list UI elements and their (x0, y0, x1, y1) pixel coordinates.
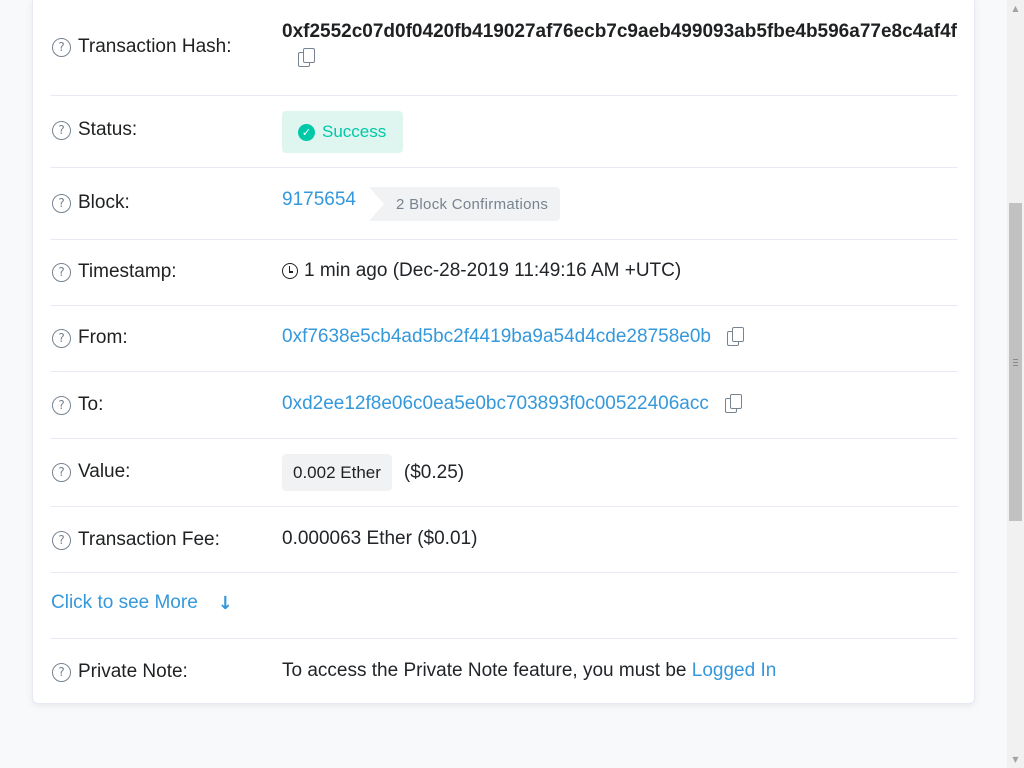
to-label-wrap: ? To: (51, 393, 103, 417)
private-note-label: Private Note: (78, 661, 188, 682)
row-value: ? Value: 0.002 Ether ($0.25) (51, 439, 958, 507)
row-timestamp: ? Timestamp: 1 min ago (Dec-28-2019 11:4… (51, 240, 958, 306)
vertical-scrollbar[interactable]: ▲ ▼ (1007, 0, 1024, 768)
fee-value: 0.000063 Ether ($0.01) (282, 528, 478, 549)
transaction-hash-label: Transaction Hash: (78, 36, 232, 57)
transaction-details-card: ? Transaction Hash: 0xf2552c07d0f0420fb4… (32, 0, 975, 704)
clock-icon (282, 263, 298, 279)
copy-icon[interactable] (298, 48, 316, 68)
private-note-text: To access the Private Note feature, you … (282, 660, 687, 681)
status-badge: ✓ Success (282, 111, 403, 153)
transaction-hash-label-wrap: ? Transaction Hash: (51, 35, 231, 59)
help-icon[interactable]: ? (52, 262, 71, 282)
timestamp-value-wrap: 1 min ago (Dec-28-2019 11:49:16 AM +UTC) (282, 260, 681, 282)
help-icon[interactable]: ? (52, 395, 71, 415)
private-note-value: To access the Private Note feature, you … (282, 660, 776, 682)
value-label: Value: (78, 461, 131, 482)
value-label-wrap: ? Value: (51, 460, 130, 484)
timestamp-label: Timestamp: (78, 261, 177, 282)
logged-in-link[interactable]: Logged In (692, 660, 777, 682)
row-status: ? Status: ✓ Success (51, 96, 958, 168)
see-more-link[interactable]: Click to see More ↓ (51, 592, 233, 614)
row-to: ? To: 0xd2ee12f8e06c0ea5e0bc703893f0c005… (51, 372, 958, 439)
fee-label: Transaction Fee: (78, 529, 220, 550)
row-from: ? From: 0xf7638e5cb4ad5bc2f4419ba9a54d4c… (51, 306, 958, 372)
arrow-down-icon: ↓ (217, 592, 233, 614)
to-label: To: (78, 394, 104, 415)
grip-icon (1013, 359, 1018, 366)
to-address-link[interactable]: 0xd2ee12f8e06c0ea5e0bc703893f0c00522406a… (282, 393, 709, 415)
status-label-wrap: ? Status: (51, 118, 137, 142)
help-icon[interactable]: ? (52, 662, 71, 682)
help-icon[interactable]: ? (52, 530, 71, 550)
status-label: Status: (78, 119, 138, 140)
value-ether-badge: 0.002 Ether (282, 454, 392, 491)
check-circle-icon: ✓ (298, 123, 315, 141)
from-label-wrap: ? From: (51, 326, 128, 350)
timestamp-label-wrap: ? Timestamp: (51, 260, 177, 284)
block-label: Block: (78, 192, 130, 213)
block-confirmations-badge: 2 Block Confirmations (369, 187, 561, 221)
block-number-link[interactable]: 9175654 (282, 189, 356, 211)
help-icon[interactable]: ? (52, 37, 71, 57)
row-private-note: ? Private Note: To access the Private No… (51, 639, 958, 705)
help-icon[interactable]: ? (52, 328, 71, 348)
timestamp-value: 1 min ago (Dec-28-2019 11:49:16 AM +UTC) (304, 260, 682, 281)
from-address-link[interactable]: 0xf7638e5cb4ad5bc2f4419ba9a54d4cde28758e… (282, 326, 711, 348)
row-transaction-fee: ? Transaction Fee: 0.000063 Ether ($0.01… (51, 507, 958, 573)
value-usd: ($0.25) (403, 461, 465, 483)
to-value-wrap: 0xd2ee12f8e06c0ea5e0bc703893f0c00522406a… (282, 393, 743, 415)
copy-icon[interactable] (724, 394, 743, 414)
transaction-hash-value: 0xf2552c07d0f0420fb419027af76ecb7c9aeb49… (282, 17, 972, 75)
help-icon[interactable]: ? (52, 462, 71, 482)
help-icon[interactable]: ? (52, 193, 71, 213)
from-value-wrap: 0xf7638e5cb4ad5bc2f4419ba9a54d4cde28758e… (282, 326, 745, 348)
see-more-text[interactable]: Click to see More (51, 592, 198, 614)
value-amount-wrap: 0.002 Ether ($0.25) (282, 454, 464, 491)
private-note-label-wrap: ? Private Note: (51, 660, 188, 684)
scroll-down-arrow-icon[interactable]: ▼ (1007, 751, 1024, 768)
transaction-hash-text: 0xf2552c07d0f0420fb419027af76ecb7c9aeb49… (282, 21, 958, 42)
row-transaction-hash: ? Transaction Hash: 0xf2552c07d0f0420fb4… (51, 0, 958, 96)
scrollbar-thumb[interactable] (1009, 203, 1022, 521)
from-label: From: (78, 327, 128, 348)
help-icon[interactable]: ? (52, 120, 71, 140)
block-label-wrap: ? Block: (51, 191, 130, 215)
scroll-up-arrow-icon[interactable]: ▲ (1007, 0, 1024, 17)
fee-label-wrap: ? Transaction Fee: (51, 528, 220, 552)
row-block: ? Block: 9175654 2 Block Confirmations (51, 168, 958, 240)
status-value: Success (322, 122, 387, 141)
copy-icon[interactable] (726, 327, 745, 347)
